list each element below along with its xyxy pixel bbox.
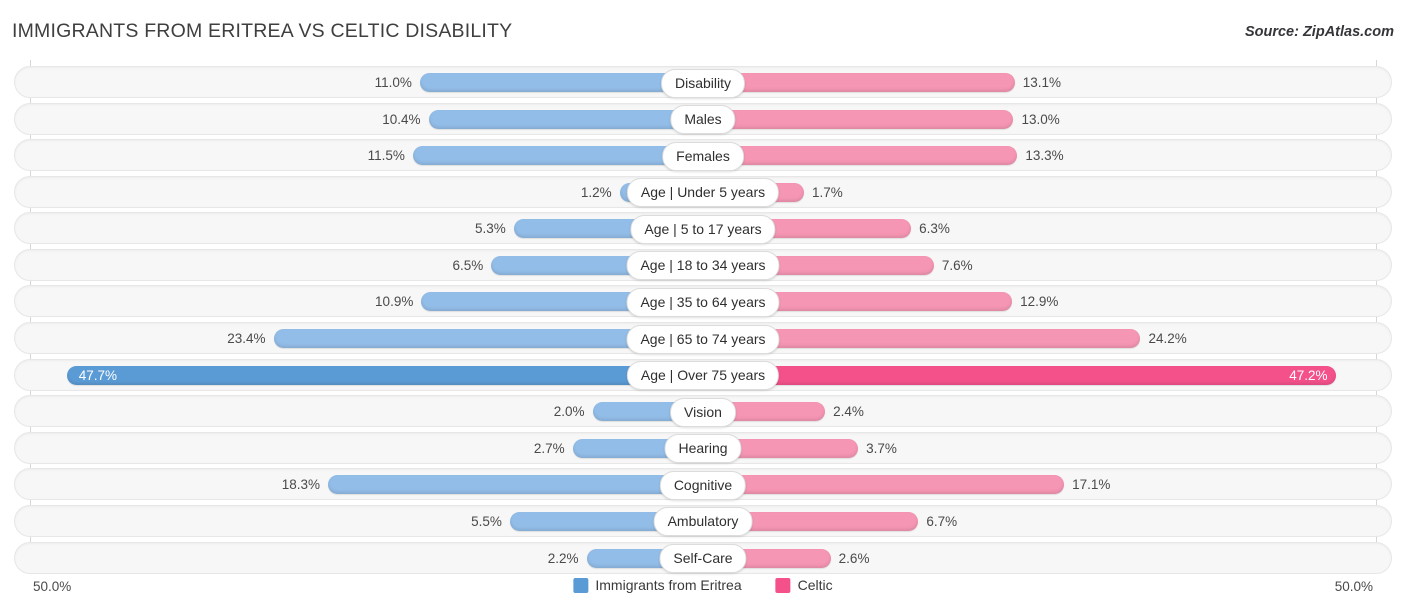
bar-row: 11.0% 13.1% Disability	[0, 66, 1406, 100]
category-label: Disability	[660, 68, 746, 98]
source-attribution: Source: ZipAtlas.com	[1244, 24, 1394, 40]
value-label-left: 10.4%	[382, 111, 421, 127]
category-label: Age | 5 to 17 years	[630, 214, 776, 244]
value-label-right: 17.1%	[1072, 477, 1111, 493]
category-label: Age | 65 to 74 years	[626, 324, 780, 354]
bar-left	[328, 475, 703, 495]
category-label: Ambulatory	[653, 507, 753, 537]
value-label-right: 3.7%	[866, 440, 897, 456]
bar-right	[703, 73, 1015, 92]
value-label-right: 7.6%	[941, 257, 973, 273]
value-label-right: 13.3%	[1025, 148, 1064, 164]
value-label-right: 1.7%	[811, 184, 843, 200]
value-label-right: 6.7%	[926, 513, 958, 529]
value-label-left: 11.0%	[374, 75, 412, 90]
value-label-left: 10.9%	[375, 294, 414, 310]
bar-row: 10.4% 13.0% Males	[0, 102, 1406, 137]
value-label-right: 12.9%	[1020, 294, 1059, 310]
category-label: Vision	[670, 397, 736, 427]
bar-left	[66, 365, 703, 385]
value-label-right: 2.4%	[833, 404, 864, 420]
bar-row: 1.2% 1.7% Age | Under 5 years	[0, 175, 1406, 210]
bar-row: 2.0% 2.4% Vision	[0, 395, 1406, 429]
value-label-right: 6.3%	[919, 221, 950, 237]
legend-item[interactable]: Celtic	[775, 577, 833, 593]
legend-label: Immigrants from Eritrea	[595, 577, 742, 593]
bar-right	[703, 475, 1065, 495]
value-label-right: 13.0%	[1021, 111, 1060, 127]
bar-row: 23.4% 24.2% Age | 65 to 74 years	[0, 322, 1406, 356]
bar-left	[428, 109, 703, 129]
bar-row: 18.3% 17.1% Cognitive	[0, 468, 1406, 502]
bar-right	[703, 109, 1014, 129]
category-label: Males	[670, 105, 736, 135]
value-label-left: 2.2%	[547, 550, 579, 566]
value-label-left: 2.7%	[533, 440, 565, 456]
value-label-right: 24.2%	[1148, 331, 1187, 347]
value-label-left: 18.3%	[281, 477, 321, 493]
category-label: Females	[662, 141, 744, 171]
chart-legend: Immigrants from Eritrea Celtic	[573, 577, 833, 593]
bar-row: 2.2% 2.6% Self-Care	[0, 541, 1406, 576]
bar-rows-container: 11.0% 13.1% Disability 10.4% 13.0% Males 11.5%…	[0, 66, 1406, 578]
chart-root: IMMIGRANTS FROM ERITREA VS CELTIC DISABI…	[0, 0, 1406, 612]
category-label: Cognitive	[659, 470, 747, 500]
category-label: Age | 35 to 64 years	[626, 287, 780, 317]
axis-label-right: 50.0%	[1334, 579, 1373, 594]
legend-item[interactable]: Immigrants from Eritrea	[573, 577, 742, 593]
bar-row: 2.7% 3.7% Hearing	[0, 431, 1406, 466]
legend-label: Celtic	[797, 577, 833, 593]
value-label-left: 5.3%	[475, 221, 506, 237]
value-label-left: 47.7%	[78, 367, 118, 383]
category-label: Self-Care	[659, 544, 747, 574]
legend-swatch	[573, 577, 589, 593]
value-label-right: 2.6%	[838, 550, 870, 566]
chart-footer: 50.0% 50.0% Immigrants from Eritrea Celti…	[0, 575, 1406, 605]
category-label: Age | 18 to 34 years	[626, 251, 780, 281]
bar-row: 10.9% 12.9% Age | 35 to 64 years	[0, 285, 1406, 319]
value-label-left: 23.4%	[227, 331, 266, 347]
category-label: Hearing	[664, 434, 742, 464]
bar-right	[703, 365, 1336, 385]
bar-row: 47.7% 47.2% Age | Over 75 years	[0, 358, 1406, 393]
bar-row: 5.5% 6.7% Ambulatory	[0, 504, 1406, 539]
category-label: Age | Under 5 years	[626, 178, 780, 208]
value-label-left: 1.2%	[580, 184, 612, 200]
value-label-left: 6.5%	[452, 257, 484, 273]
bar-row: 5.3% 6.3% Age | 5 to 17 years	[0, 212, 1406, 246]
axis-label-left: 50.0%	[33, 579, 72, 594]
category-label: Age | Over 75 years	[626, 361, 780, 391]
value-label-right: 13.1%	[1022, 75, 1062, 90]
value-label-left: 2.0%	[553, 404, 585, 420]
bar-row: 6.5% 7.6% Age | 18 to 34 years	[0, 248, 1406, 283]
bar-left	[412, 146, 703, 166]
value-label-right: 47.2%	[1289, 367, 1328, 383]
value-label-left: 5.5%	[471, 513, 502, 529]
page-title: IMMIGRANTS FROM ERITREA VS CELTIC DISABI…	[12, 20, 513, 42]
bar-right	[703, 146, 1018, 166]
bar-row: 11.5% 13.3% Females	[0, 139, 1406, 173]
value-label-left: 11.5%	[367, 148, 405, 164]
legend-swatch	[775, 577, 791, 593]
